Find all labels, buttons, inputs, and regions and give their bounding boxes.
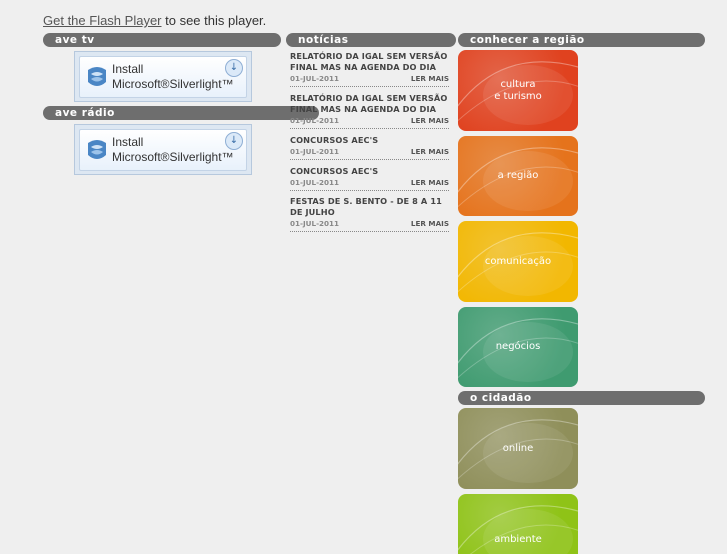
section-header-ave-tv: ave tv	[43, 33, 281, 47]
download-arrow-icon: ↓	[225, 132, 243, 150]
tile-label: comunicação	[484, 255, 552, 267]
news-title[interactable]: CONCURSOS AEC'S	[290, 135, 449, 146]
tile-negocios[interactable]: negócios	[458, 307, 578, 387]
news-date: 01-JUL-2011	[290, 178, 340, 187]
get-flash-player-link[interactable]: Get the Flash Player	[43, 13, 162, 28]
tile-comunicacao[interactable]: comunicação	[458, 221, 578, 302]
read-more-link[interactable]: LER MAIS	[411, 219, 449, 228]
install-silverlight-button[interactable]: Install Microsoft®Silverlight™ ↓	[79, 56, 247, 98]
flash-player-message: Get the Flash Player to see this player.	[43, 13, 266, 28]
read-more-link[interactable]: LER MAIS	[411, 116, 449, 125]
read-more-link[interactable]: LER MAIS	[411, 147, 449, 156]
tile-online[interactable]: online	[458, 408, 578, 489]
section-header-noticias: notícias	[286, 33, 456, 47]
tile-cultura-turismo[interactable]: cultura e turismo	[458, 50, 578, 131]
news-date: 01-JUL-2011	[290, 74, 340, 83]
tile-label: online	[502, 442, 534, 454]
news-title[interactable]: FESTAS DE S. BENTO - DE 8 A 11 DE JULHO	[290, 196, 449, 218]
silverlight-install-box: Install Microsoft®Silverlight™ ↓	[74, 51, 252, 102]
news-title[interactable]: RELATÓRIO DA IGAL SEM VERSÃO FINAL MAS N…	[290, 51, 449, 73]
news-item: CONCURSOS AEC'S 01-JUL-2011 LER MAIS	[290, 166, 449, 191]
news-date: 01-JUL-2011	[290, 147, 340, 156]
silverlight-logo-icon	[88, 67, 106, 86]
read-more-link[interactable]: LER MAIS	[411, 178, 449, 187]
tile-a-regiao[interactable]: a região	[458, 136, 578, 216]
section-header-ave-radio: ave rádio	[43, 106, 319, 120]
news-item: FESTAS DE S. BENTO - DE 8 A 11 DE JULHO …	[290, 196, 449, 232]
silverlight-logo-icon	[88, 140, 106, 159]
silverlight-product-label: Microsoft®Silverlight™	[112, 150, 234, 164]
tile-label: negócios	[495, 341, 541, 352]
tile-ambiente[interactable]: ambiente	[458, 494, 578, 554]
read-more-link[interactable]: LER MAIS	[411, 74, 449, 83]
tile-label: a região	[497, 170, 539, 181]
section-header-o-cidadao: o cidadão	[458, 391, 705, 405]
news-date: 01-JUL-2011	[290, 219, 340, 228]
news-title[interactable]: RELATÓRIO DA IGAL SEM VERSÃO FINAL MAS N…	[290, 93, 449, 115]
silverlight-product-label: Microsoft®Silverlight™	[112, 77, 234, 91]
section-header-conhecer-regiao: conhecer a região	[458, 33, 705, 47]
tile-label: ambiente	[494, 534, 542, 545]
news-date: 01-JUL-2011	[290, 116, 340, 125]
flash-player-rest: to see this player.	[161, 13, 267, 28]
news-item: RELATÓRIO DA IGAL SEM VERSÃO FINAL MAS N…	[290, 93, 449, 129]
news-item: CONCURSOS AEC'S 01-JUL-2011 LER MAIS	[290, 135, 449, 160]
tile-label: cultura e turismo	[494, 78, 542, 102]
silverlight-install-label: Install	[112, 62, 144, 76]
silverlight-install-box-radio: Install Microsoft®Silverlight™ ↓	[74, 124, 252, 175]
silverlight-install-label: Install	[112, 135, 144, 149]
install-silverlight-button-radio[interactable]: Install Microsoft®Silverlight™ ↓	[79, 129, 247, 171]
news-item: RELATÓRIO DA IGAL SEM VERSÃO FINAL MAS N…	[290, 51, 449, 87]
news-title[interactable]: CONCURSOS AEC'S	[290, 166, 449, 177]
download-arrow-icon: ↓	[225, 59, 243, 77]
